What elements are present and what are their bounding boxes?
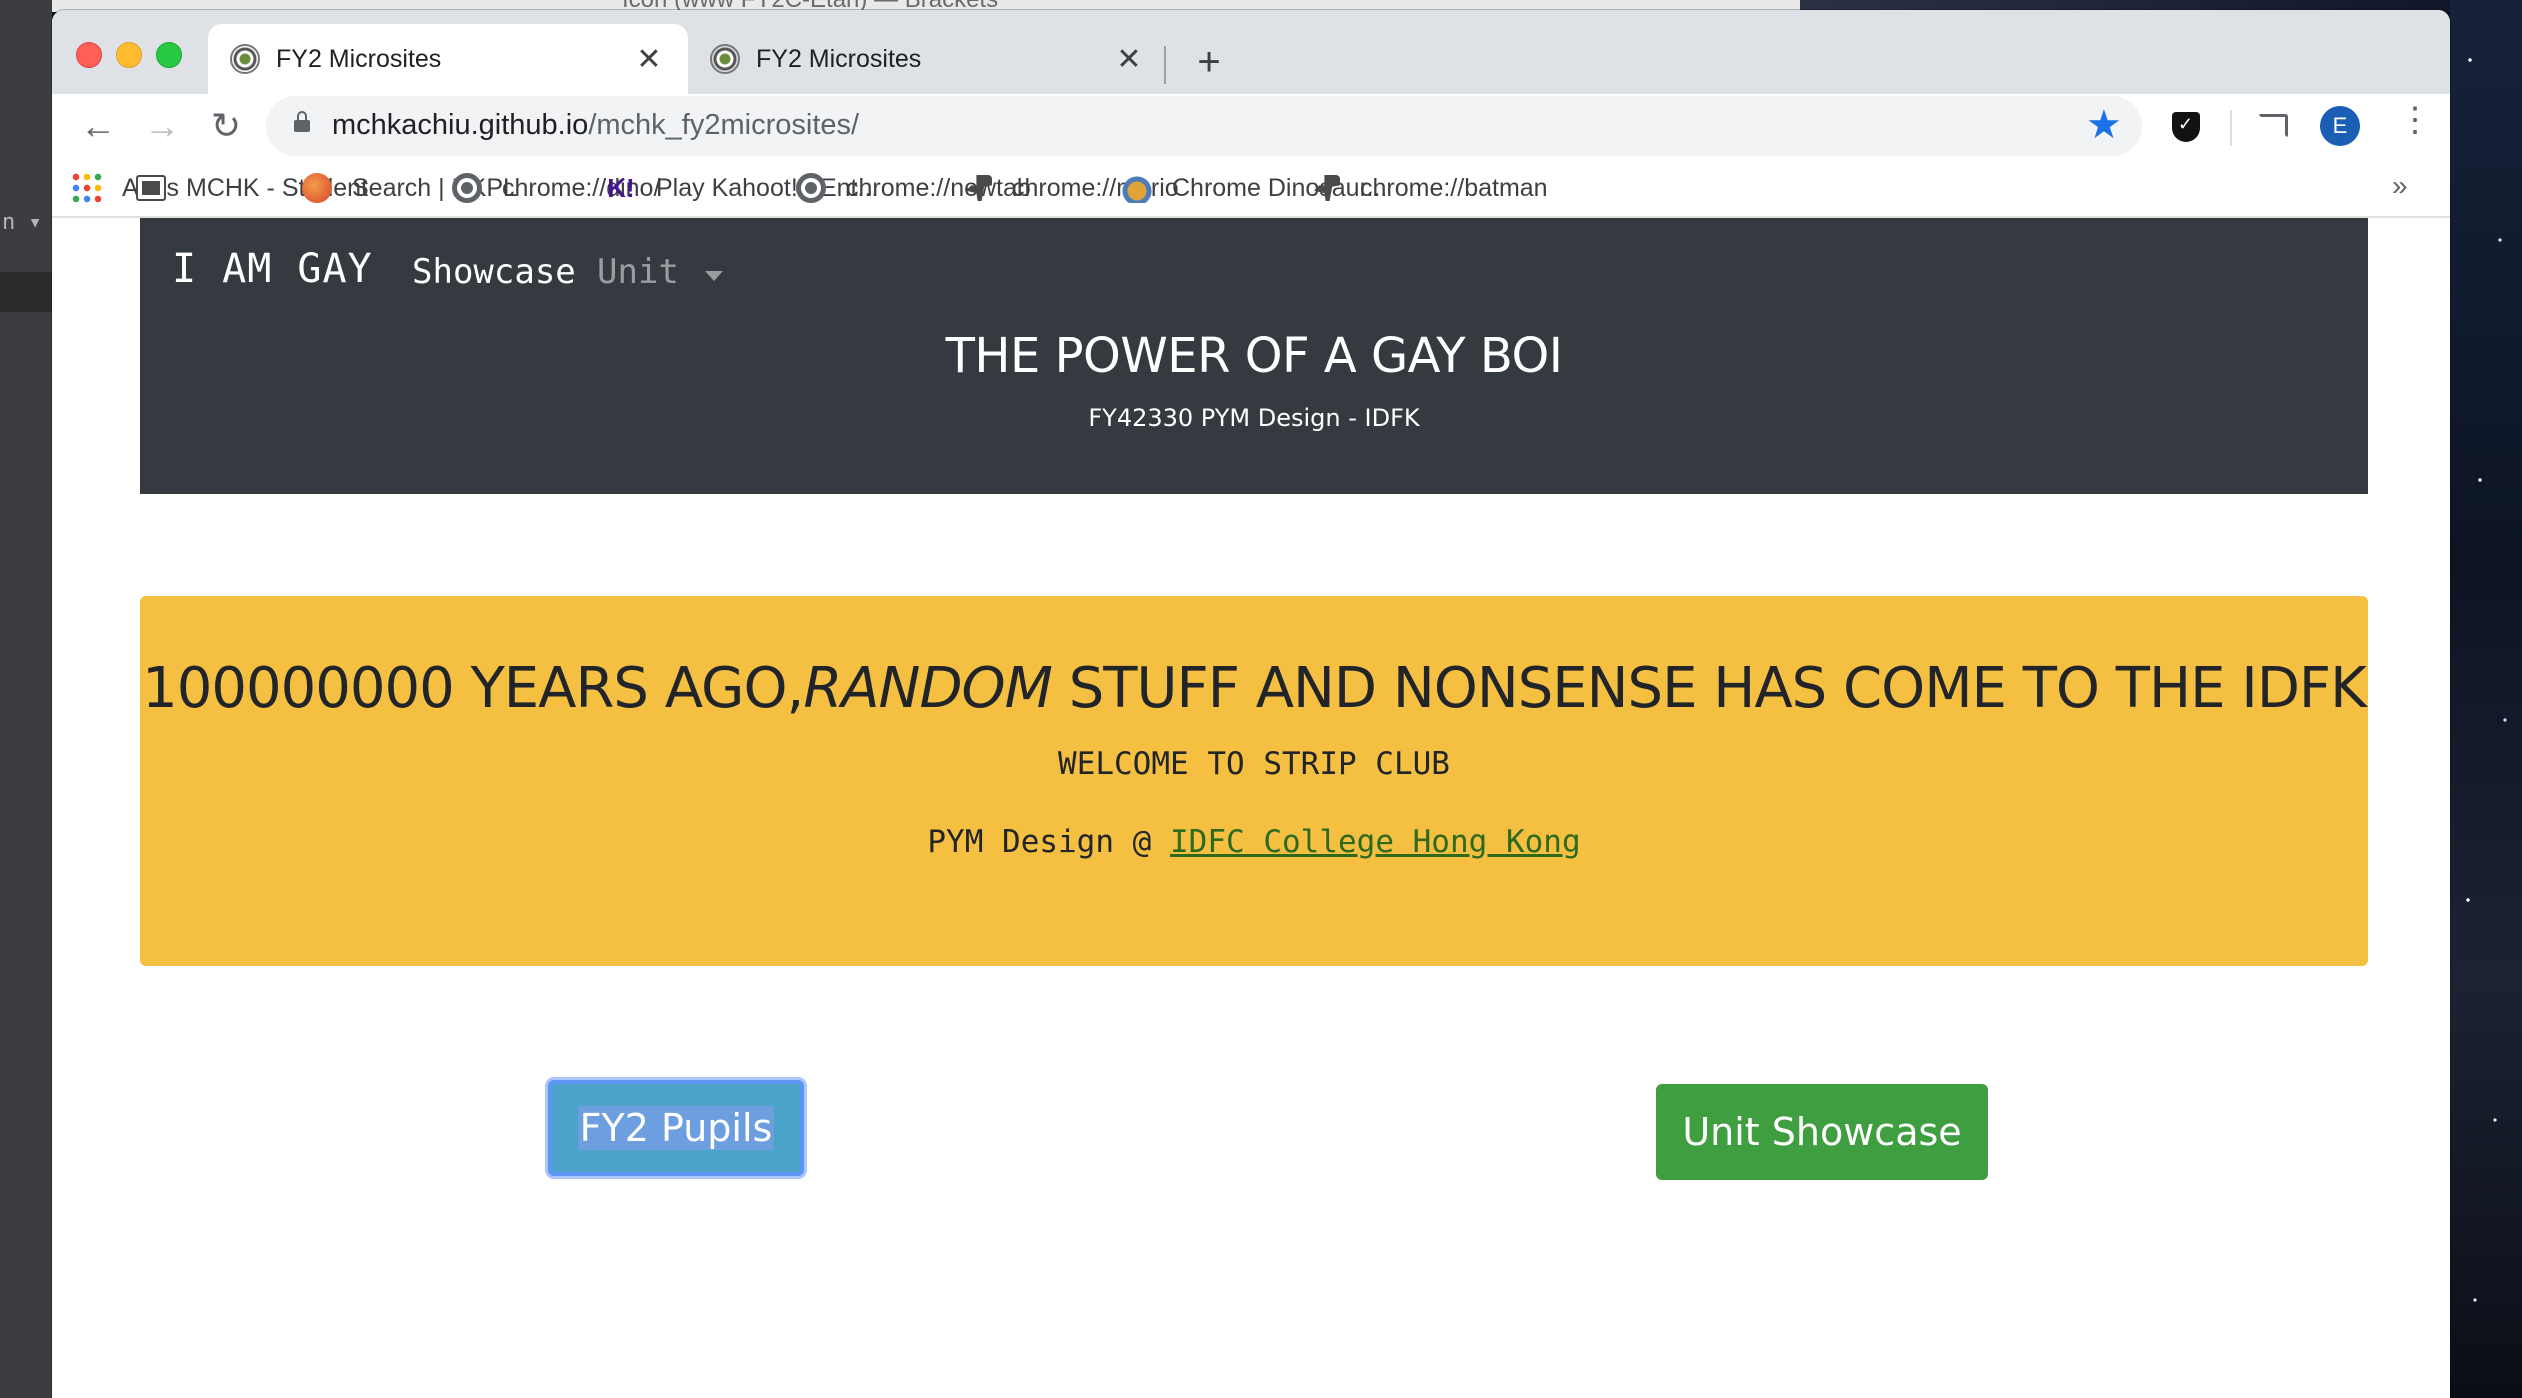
jumbotron-welcome: WELCOME TO STRIP CLUB <box>1058 746 1450 782</box>
globe-icon <box>796 173 826 203</box>
bookmark-star-icon[interactable]: ★ <box>2086 102 2122 148</box>
bookmark-chrome-batman[interactable]: chrome://batman <box>1314 168 1548 208</box>
tab-close-icon[interactable]: ✕ <box>632 42 666 77</box>
button-label: FY2 Pupils <box>577 1106 775 1150</box>
bookmark-label: chrome://batman <box>1360 173 1548 202</box>
new-tab-button[interactable]: + <box>1182 36 1236 90</box>
heading-emphasis-text: NONSENSE <box>1392 656 1698 721</box>
dino-icon <box>1314 175 1340 201</box>
heading-text: 100000000 YEARS AGO, <box>142 656 804 721</box>
heading-text: STUFF AND <box>1051 656 1393 721</box>
left-panel-strip <box>0 272 52 312</box>
jumbotron: 100000000 YEARS AGO,RANDOM STUFF AND NON… <box>140 596 2368 966</box>
tab-close-icon[interactable]: ✕ <box>1112 42 1146 77</box>
url-host: mchkachiu.github.io <box>332 109 589 141</box>
tab-fy2-microsites-active[interactable]: FY2 Microsites ✕ <box>208 24 688 94</box>
nav-link-showcase[interactable]: Showcase <box>412 252 576 292</box>
desktop-left-panel: n ▾ <box>0 0 52 1398</box>
address-bar[interactable]: mchkachiu.github.io/mchk_fy2microsites/ … <box>266 96 2142 156</box>
jumbotron-heading: 100000000 YEARS AGO,RANDOM STUFF AND NON… <box>140 656 2368 721</box>
chrome-dino-icon <box>1122 173 1152 203</box>
nav-dropdown-unit[interactable]: Unit <box>597 252 679 292</box>
heading-emphasis-text: COME TO THE IDFK <box>1843 656 2367 721</box>
bookmarks-overflow-chevron-icon[interactable]: » <box>2392 170 2408 202</box>
tab-fy2-microsites[interactable]: FY2 Microsites ✕ <box>688 24 1168 94</box>
navbar-brand[interactable]: I AM GAY <box>172 246 373 292</box>
browser-toolbar: ← → ↻ mchkachiu.github.io/mchk_fy2micros… <box>52 94 2450 158</box>
close-window-button[interactable] <box>76 42 102 68</box>
unit-showcase-button[interactable]: Unit Showcase <box>1656 1084 1988 1180</box>
jumbotron-credit: PYM Design @ IDFC College Hong Kong <box>140 824 2368 860</box>
back-arrow-icon[interactable]: ← <box>74 102 122 150</box>
kahoot-icon: K! <box>607 173 635 203</box>
cast-icon[interactable] <box>2258 114 2288 138</box>
globe-icon <box>452 173 482 203</box>
apps-grid-icon <box>72 173 102 203</box>
forward-arrow-icon[interactable]: → <box>138 102 186 150</box>
toolbar-divider <box>2230 110 2232 146</box>
url-path: /mchk_fy2microsites/ <box>588 109 860 141</box>
college-link[interactable]: IDFC College Hong Kong <box>1170 824 1581 860</box>
site-navbar: I AM GAY Showcase Unit THE POWER OF A GA… <box>140 218 2368 494</box>
folder-icon <box>136 175 166 201</box>
tab-title: FY2 Microsites <box>756 44 922 73</box>
heading-text: HAS <box>1696 656 1844 721</box>
caret-down-icon[interactable] <box>705 271 723 281</box>
heading-italic-text: RANDOM <box>803 656 1053 721</box>
tab-title: FY2 Microsites <box>276 44 442 73</box>
shield-extension-icon[interactable] <box>2172 112 2200 142</box>
url-text[interactable]: mchkachiu.github.io/mchk_fy2microsites/ <box>332 109 859 142</box>
bookmarks-bar: Apps MCHK - Student Search | HKPL chrome… <box>52 158 2450 218</box>
tab-strip: FY2 Microsites ✕ FY2 Microsites ✕ + <box>52 10 2450 94</box>
maximize-window-button[interactable] <box>156 42 182 68</box>
browser-window: FY2 Microsites ✕ FY2 Microsites ✕ + ← → … <box>52 10 2450 1398</box>
lock-icon[interactable] <box>294 111 310 132</box>
kebab-menu-icon[interactable]: ⋮ <box>2398 100 2432 140</box>
hero-title: THE POWER OF A GAY BOI <box>945 328 1563 384</box>
site-favicon-icon <box>710 44 740 74</box>
tab-separator <box>1164 46 1166 84</box>
hero-subtitle: FY42330 PYM Design - IDFK <box>1088 404 1420 432</box>
page-viewport: I AM GAY Showcase Unit THE POWER OF A GA… <box>52 218 2450 1398</box>
fy2-pupils-button[interactable]: FY2 Pupils <box>548 1080 804 1176</box>
credit-prefix: PYM Design @ <box>927 824 1171 860</box>
left-panel-label: n ▾ <box>2 210 42 235</box>
profile-avatar[interactable]: E <box>2320 106 2360 146</box>
reload-icon[interactable]: ↻ <box>202 102 250 150</box>
minimize-window-button[interactable] <box>116 42 142 68</box>
site-favicon-icon <box>230 44 260 74</box>
desktop-wallpaper <box>2450 0 2522 1398</box>
dino-icon <box>966 175 992 201</box>
hkpl-icon <box>302 173 332 203</box>
